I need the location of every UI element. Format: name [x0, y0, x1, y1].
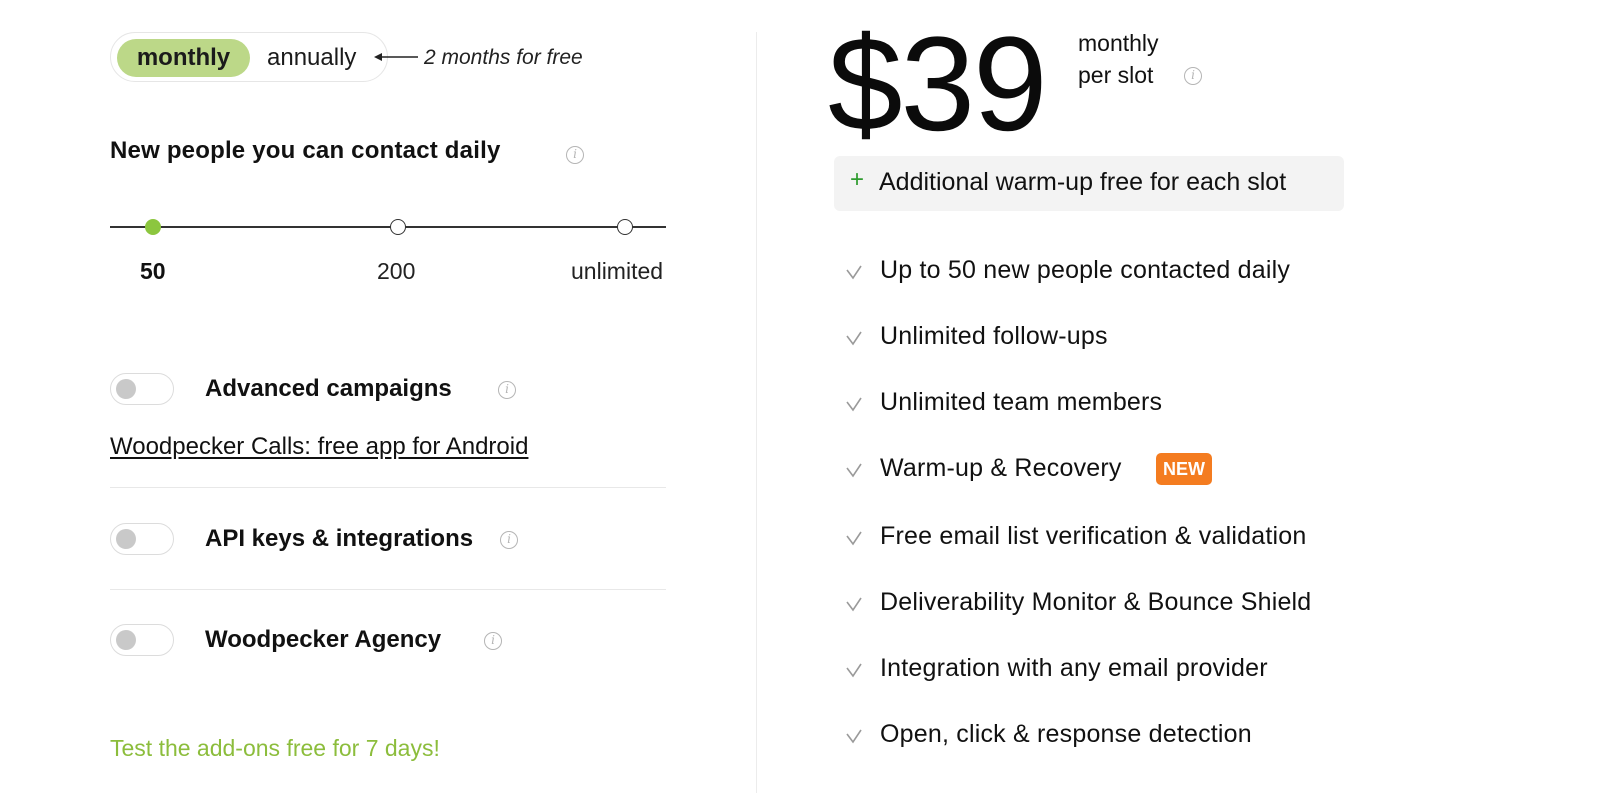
feature-text: Free email list verification & validatio…	[880, 522, 1307, 550]
check-icon	[846, 331, 862, 346]
check-icon	[846, 463, 862, 478]
check-icon	[846, 663, 862, 678]
feature-text: Unlimited follow-ups	[880, 322, 1108, 350]
slider-stop-200[interactable]	[390, 219, 406, 235]
plus-icon: +	[850, 166, 865, 193]
check-icon	[846, 597, 862, 612]
billing-monthly-option[interactable]: monthly	[117, 39, 250, 77]
agency-toggle[interactable]	[110, 624, 174, 656]
slider-stop-50[interactable]	[145, 219, 161, 235]
woodpecker-calls-link[interactable]: Woodpecker Calls: free app for Android	[110, 433, 528, 461]
divider	[110, 487, 666, 488]
api-keys-label: API keys & integrations	[205, 525, 474, 552]
billing-period-toggle[interactable]: monthly annually	[110, 32, 388, 82]
billing-annually-option[interactable]: annually	[267, 39, 356, 77]
advanced-campaigns-toggle[interactable]	[110, 373, 174, 405]
price-amount: $39	[828, 10, 1048, 159]
info-icon[interactable]: i	[566, 146, 584, 164]
feature-text: Deliverability Monitor & Bounce Shield	[880, 588, 1312, 616]
toggle-knob	[116, 529, 136, 549]
info-icon[interactable]: i	[1184, 67, 1202, 85]
annual-promo-text: 2 months for free	[424, 46, 583, 69]
contacts-heading: New people you can contact daily	[110, 137, 501, 164]
warmup-extra-text: Additional warm-up free for each slot	[879, 168, 1287, 196]
column-divider	[756, 32, 757, 793]
check-icon	[846, 397, 862, 412]
left-arrow-icon	[374, 53, 418, 61]
toggle-knob	[116, 379, 136, 399]
new-badge: NEW	[1156, 453, 1212, 485]
feature-text: Open, click & response detection	[880, 720, 1252, 748]
slider-label-unlimited: unlimited	[571, 258, 664, 284]
check-icon	[846, 531, 862, 546]
price-unit-slot: per slot	[1078, 62, 1154, 88]
contacts-slider-track[interactable]	[110, 226, 666, 228]
agency-label: Woodpecker Agency	[205, 626, 442, 653]
api-keys-toggle[interactable]	[110, 523, 174, 555]
price-unit-period: monthly	[1078, 30, 1159, 56]
addons-trial-note: Test the add-ons free for 7 days!	[110, 735, 440, 761]
info-icon[interactable]: i	[500, 531, 518, 549]
warmup-extra-box: + Additional warm-up free for each slot	[834, 156, 1344, 211]
advanced-campaigns-label: Advanced campaigns	[205, 375, 452, 402]
slider-label-50: 50	[140, 258, 166, 284]
divider	[110, 589, 666, 590]
check-icon	[846, 729, 862, 744]
slider-label-200: 200	[377, 258, 416, 284]
slider-stop-unlimited[interactable]	[617, 219, 633, 235]
feature-text: Up to 50 new people contacted daily	[880, 256, 1291, 284]
info-icon[interactable]: i	[484, 632, 502, 650]
info-icon[interactable]: i	[498, 381, 516, 399]
feature-text: Integration with any email provider	[880, 654, 1268, 682]
feature-text: Warm-up & Recovery	[880, 454, 1122, 482]
feature-text: Unlimited team members	[880, 388, 1163, 416]
check-icon	[846, 265, 862, 280]
toggle-knob	[116, 630, 136, 650]
